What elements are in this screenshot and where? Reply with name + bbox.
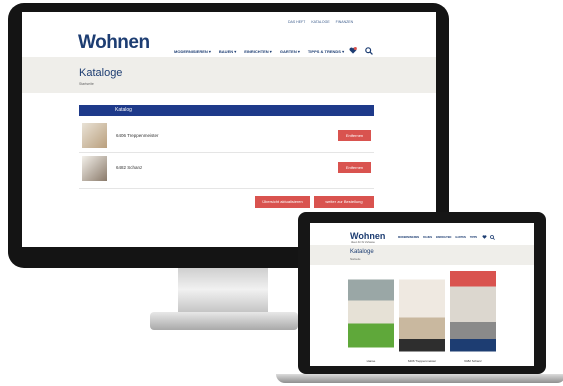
laptop-nav-bauen[interactable]: BAUEN xyxy=(423,236,432,239)
catalog-thumbnail xyxy=(82,156,107,181)
table-header-label: Katalog xyxy=(115,107,132,113)
nav-modernisieren[interactable]: MODERNISIEREN ▾ xyxy=(174,49,211,54)
nav-tipps-trends[interactable]: TIPPS & TRENDS ▾ xyxy=(308,49,344,54)
laptop-nav-modernisieren[interactable]: MODERNISIEREN xyxy=(398,236,419,239)
laptop-nav-tipps[interactable]: TIPPS xyxy=(470,236,477,239)
row-divider xyxy=(79,188,374,189)
search-icon[interactable] xyxy=(365,47,373,55)
update-overview-button[interactable]: Übersicht aktualisieren xyxy=(255,196,310,208)
nav-garten[interactable]: GARTEN ▾ xyxy=(280,49,300,54)
proceed-to-order-button[interactable]: weiter zur Bestellung xyxy=(314,196,374,208)
laptop-search-icon[interactable] xyxy=(490,235,495,240)
monitor-stand xyxy=(178,268,268,316)
page-title: Kataloge xyxy=(79,67,123,79)
nav-bauen[interactable]: BAUEN ▾ xyxy=(219,49,236,54)
laptop-main-nav: MODERNISIEREN BAUEN EINRICHTEN GARTEN TI… xyxy=(398,236,477,239)
laptop-breadcrumb[interactable]: Startseite xyxy=(350,258,361,261)
laptop-nav-einrichten[interactable]: EINRICHTEN xyxy=(436,236,451,239)
site-logo[interactable]: Wohnen xyxy=(78,32,150,54)
laptop-base xyxy=(276,374,563,383)
laptop-wishlist-icon[interactable] xyxy=(482,235,487,239)
laptop-site-tagline: Ideen für Ihr Zuhause xyxy=(351,241,375,244)
breadcrumb[interactable]: Startseite xyxy=(79,82,94,86)
laptop-page-banner xyxy=(310,245,534,265)
laptop-nav-garten[interactable]: GARTEN xyxy=(455,236,466,239)
top-links: DAS HEFT KATALOGE FINANZEN xyxy=(288,20,353,24)
catalog-cover[interactable] xyxy=(450,271,496,356)
catalog-cover[interactable] xyxy=(399,271,445,356)
row-divider xyxy=(79,152,374,153)
laptop-screen: Wohnen Ideen für Ihr Zuhause MODERNISIER… xyxy=(310,223,534,366)
table-header: Katalog xyxy=(79,105,374,116)
remove-button[interactable]: Entfernen xyxy=(338,162,371,173)
top-link-finanzen[interactable]: FINANZEN xyxy=(336,20,354,24)
catalog-cover[interactable] xyxy=(348,271,394,356)
catalog-thumbnail xyxy=(82,123,107,148)
catalog-cover-label: Hanse xyxy=(366,359,376,363)
catalog-row-label: 6482 Schanz xyxy=(116,165,143,170)
catalog-row-label: 6406 Treppenmeister xyxy=(116,133,159,138)
catalog-cover-label: 6482 Schanz xyxy=(464,359,482,363)
top-link-kataloge[interactable]: KATALOGE xyxy=(311,20,329,24)
catalog-cover-label: 6406 Treppenmeister xyxy=(407,359,437,363)
laptop-page-title: Kataloge xyxy=(350,249,374,255)
wishlist-icon[interactable] xyxy=(349,47,357,54)
top-link-heft[interactable]: DAS HEFT xyxy=(288,20,305,24)
main-nav: MODERNISIEREN ▾ BAUEN ▾ EINRICHTEN ▾ GAR… xyxy=(174,49,344,54)
nav-einrichten[interactable]: EINRICHTEN ▾ xyxy=(244,49,272,54)
laptop-site-logo[interactable]: Wohnen xyxy=(350,231,385,241)
monitor-base xyxy=(150,312,298,330)
remove-button[interactable]: Entfernen xyxy=(338,130,371,141)
